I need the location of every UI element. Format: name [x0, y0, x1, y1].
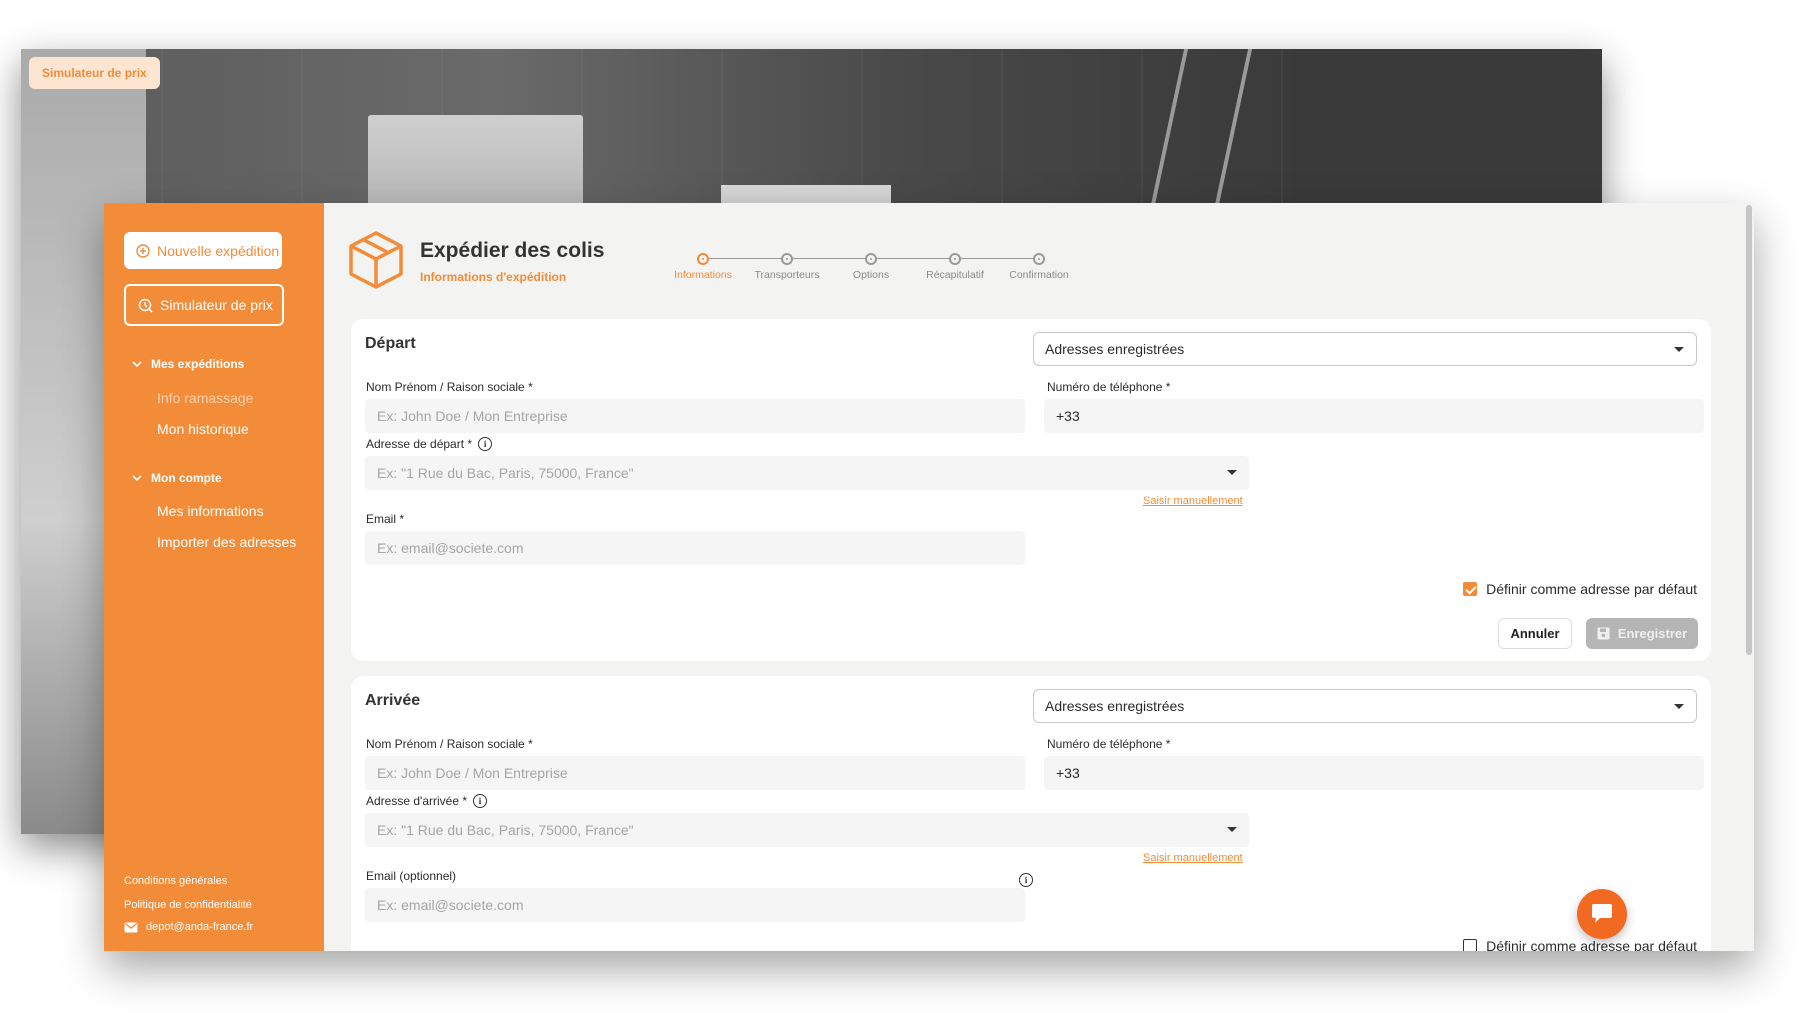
step-dot — [697, 253, 709, 265]
departure-email-input[interactable]: Ex: email@societe.com — [365, 531, 1025, 565]
floppy-disk-icon — [1597, 627, 1610, 640]
step-dot — [1033, 253, 1045, 265]
step-dot — [781, 253, 793, 265]
app-window: Nouvelle expédition Simulateur de prix M… — [104, 203, 1754, 951]
step-carriers[interactable]: Transporteurs — [742, 253, 832, 281]
page-title: Expédier des colis — [420, 239, 605, 262]
step-label: Transporteurs — [754, 269, 820, 281]
arrival-default-checkbox[interactable]: Définir comme adresse par défaut — [1463, 938, 1697, 951]
package-icon — [349, 231, 403, 289]
saved-addresses-label: Adresses enregistrées — [1045, 341, 1185, 357]
sidebar-item-my-info[interactable]: Mes informations — [157, 503, 264, 519]
step-summary[interactable]: Récapitulatif — [910, 253, 1000, 281]
departure-phone-input[interactable]: +33 — [1044, 399, 1704, 433]
arrival-name-input[interactable]: Ex: John Doe / Mon Entreprise — [365, 756, 1025, 790]
departure-name-label: Nom Prénom / Raison sociale * — [366, 380, 533, 394]
caret-down-icon — [1674, 704, 1684, 709]
arrival-address-placeholder: Ex: "1 Rue du Bac, Paris, 75000, France" — [377, 822, 634, 838]
departure-title: Départ — [365, 335, 416, 352]
sidebar-item-history[interactable]: Mon historique — [157, 421, 249, 437]
sidebar: Nouvelle expédition Simulateur de prix M… — [104, 203, 324, 951]
arrival-phone-input[interactable]: +33 — [1044, 756, 1704, 790]
sidebar-item-import-addresses[interactable]: Importer des adresses — [157, 534, 296, 550]
mail-icon — [124, 922, 138, 932]
departure-address-label-text: Adresse de départ * — [366, 437, 473, 451]
departure-manual-entry-link[interactable]: Saisir manuellement — [1143, 495, 1243, 507]
checkbox-checked-icon[interactable] — [1463, 582, 1478, 596]
info-icon[interactable]: i — [478, 437, 493, 451]
new-shipment-label: Nouvelle expédition — [157, 242, 280, 259]
checkbox-unchecked-icon[interactable] — [1463, 939, 1478, 951]
info-icon[interactable]: i — [473, 794, 488, 808]
step-options[interactable]: Options — [826, 253, 916, 281]
nav-section-label: Mon compte — [151, 471, 222, 485]
arrival-address-label: Adresse d'arrivée * i — [366, 794, 488, 808]
main-content: Expédier des colis Informations d'expédi… — [324, 203, 1754, 951]
departure-phone-label: Numéro de téléphone * — [1047, 380, 1171, 394]
sidebar-item-pickup-info[interactable]: Info ramassage — [157, 390, 254, 406]
arrival-email-input[interactable]: Ex: email@societe.com — [365, 888, 1025, 922]
step-label: Options — [852, 269, 890, 281]
shipment-stepper: Informations Transporteurs Options Récap… — [658, 253, 1069, 293]
default-address-label: Définir comme adresse par défaut — [1486, 581, 1697, 597]
departure-saved-addresses-select[interactable]: Adresses enregistrées — [1033, 332, 1697, 366]
calculator-icon — [138, 298, 153, 313]
scrollbar-thumb[interactable] — [1746, 205, 1752, 655]
privacy-link[interactable]: Politique de confidentialité — [124, 899, 252, 911]
step-confirmation[interactable]: Confirmation — [994, 253, 1084, 281]
info-icon[interactable]: i — [1019, 873, 1033, 887]
arrival-email-label: Email (optionnel) — [366, 869, 457, 883]
step-dot — [949, 253, 961, 265]
departure-name-input[interactable]: Ex: John Doe / Mon Entreprise — [365, 399, 1025, 433]
plus-circle-icon — [136, 243, 150, 258]
terms-link[interactable]: Conditions générales — [124, 875, 227, 887]
step-label: Informations — [674, 269, 732, 281]
departure-address-placeholder: Ex: "1 Rue du Bac, Paris, 75000, France" — [377, 465, 634, 481]
caret-down-icon[interactable] — [1227, 470, 1237, 475]
step-label: Récapitulatif — [926, 269, 984, 281]
arrival-title: Arrivée — [365, 692, 421, 709]
arrival-address-label-text: Adresse d'arrivée * — [366, 794, 468, 808]
save-label: Enregistrer — [1617, 626, 1688, 641]
departure-address-input[interactable]: Ex: "1 Rue du Bac, Paris, 75000, France" — [365, 456, 1249, 490]
saved-addresses-label: Adresses enregistrées — [1045, 698, 1185, 714]
new-shipment-button[interactable]: Nouvelle expédition — [124, 232, 282, 269]
nav-section-shipments[interactable]: Mes expéditions — [132, 357, 244, 371]
page-subtitle: Informations d'expédition — [420, 270, 567, 284]
cancel-button[interactable]: Annuler — [1498, 618, 1572, 649]
chat-button[interactable] — [1577, 889, 1627, 939]
caret-down-icon — [1674, 347, 1684, 352]
nav-section-account[interactable]: Mon compte — [132, 471, 222, 485]
price-simulator-badge[interactable]: Simulateur de prix — [29, 57, 160, 89]
arrival-manual-entry-link[interactable]: Saisir manuellement — [1143, 852, 1243, 864]
chevron-down-icon — [132, 474, 142, 481]
scrollbar[interactable] — [1744, 203, 1754, 951]
price-simulator-button[interactable]: Simulateur de prix — [124, 284, 284, 326]
chat-bubble-icon — [1592, 904, 1612, 923]
arrival-name-label: Nom Prénom / Raison sociale * — [366, 737, 533, 751]
step-informations[interactable]: Informations — [658, 253, 748, 281]
support-email: depot@anda-france.fr — [146, 921, 254, 933]
arrival-card: Arrivée Adresses enregistrées Nom Prénom… — [351, 676, 1711, 951]
step-dot — [865, 253, 877, 265]
arrival-saved-addresses-select[interactable]: Adresses enregistrées — [1033, 689, 1697, 723]
support-email-link[interactable]: depot@anda-france.fr — [124, 921, 253, 933]
step-label: Confirmation — [1009, 269, 1069, 281]
default-address-label: Définir comme adresse par défaut — [1486, 938, 1697, 951]
departure-email-label: Email * — [366, 512, 405, 526]
arrival-phone-label: Numéro de téléphone * — [1047, 737, 1171, 751]
departure-address-label: Adresse de départ * i — [366, 437, 493, 451]
departure-default-checkbox[interactable]: Définir comme adresse par défaut — [1463, 581, 1697, 597]
caret-down-icon[interactable] — [1227, 827, 1237, 832]
chevron-down-icon — [132, 360, 142, 367]
save-button[interactable]: Enregistrer — [1586, 618, 1698, 649]
nav-section-label: Mes expéditions — [151, 357, 245, 371]
departure-card: Départ Adresses enregistrées Nom Prénom … — [351, 319, 1711, 661]
price-simulator-label: Simulateur de prix — [160, 297, 273, 313]
arrival-address-input[interactable]: Ex: "1 Rue du Bac, Paris, 75000, France" — [365, 813, 1249, 847]
